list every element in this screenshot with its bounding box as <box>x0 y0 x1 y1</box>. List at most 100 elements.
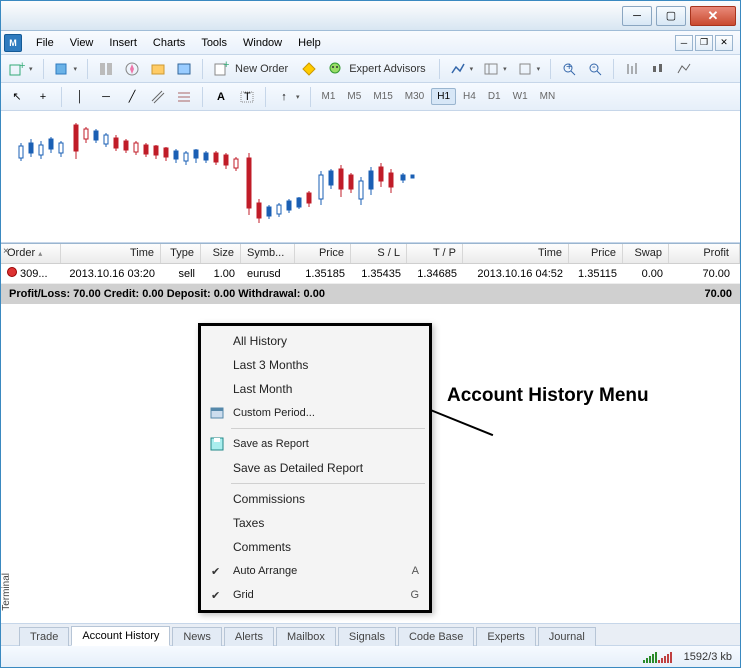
chart-type-line-button[interactable] <box>672 58 696 80</box>
window-maximize-button[interactable]: ▢ <box>656 6 686 26</box>
strategy-tester-button[interactable] <box>172 58 196 80</box>
table-row[interactable]: 309... 2013.10.16 03:20 sell 1.00 eurusd… <box>1 264 740 284</box>
window-minimize-button[interactable]: ─ <box>622 6 652 26</box>
mdi-restore-button[interactable]: ❐ <box>695 35 713 51</box>
calendar-icon <box>209 405 225 421</box>
col-time[interactable]: Time <box>61 244 161 263</box>
menu-insert[interactable]: Insert <box>101 34 145 52</box>
chart-type-candle-button[interactable] <box>646 58 670 80</box>
text-button[interactable]: A <box>209 86 233 108</box>
terminal-button[interactable] <box>146 58 170 80</box>
vertical-line-button[interactable]: │ <box>68 86 92 108</box>
menu-all-history[interactable]: All History <box>203 329 427 353</box>
text-icon: A <box>213 89 229 105</box>
menu-charts[interactable]: Charts <box>145 34 193 52</box>
text-label-button[interactable]: T <box>235 86 259 108</box>
new-order-button[interactable]: + New Order <box>209 58 295 80</box>
mdi-close-button[interactable]: ✕ <box>715 35 733 51</box>
col-price2[interactable]: Price <box>569 244 623 263</box>
timeframe-m15[interactable]: M15 <box>368 89 397 104</box>
col-time2[interactable]: Time <box>463 244 569 263</box>
zoom-in-button[interactable]: + <box>557 58 581 80</box>
timeframe-m30[interactable]: M30 <box>400 89 429 104</box>
menu-tools[interactable]: Tools <box>193 34 235 52</box>
tab-signals[interactable]: Signals <box>338 627 396 646</box>
expert-advisors-button[interactable]: Expert Advisors <box>323 58 432 80</box>
fibonacci-button[interactable] <box>172 86 196 108</box>
periodicity-button[interactable]: ▾ <box>479 58 511 80</box>
terminal-close-button[interactable]: × <box>3 246 13 256</box>
menu-save-report[interactable]: Save as Report <box>203 432 427 456</box>
app-icon: M <box>4 34 22 52</box>
status-bar: 1592/3 kb <box>1 645 740 667</box>
cursor-icon: ↖ <box>9 89 25 105</box>
cell-sl: 1.35435 <box>351 266 407 282</box>
chart-plus-icon: + <box>9 61 25 77</box>
trendline-button[interactable]: ╱ <box>120 86 144 108</box>
timeframe-h1[interactable]: H1 <box>431 88 456 105</box>
tab-trade[interactable]: Trade <box>19 627 69 646</box>
navigator-button[interactable] <box>120 58 144 80</box>
col-tp[interactable]: T / P <box>407 244 463 263</box>
mdi-minimize-button[interactable]: ─ <box>675 35 693 51</box>
menu-commissions[interactable]: Commissions <box>203 487 427 511</box>
menu-last-month[interactable]: Last Month <box>203 377 427 401</box>
menu-custom-period[interactable]: Custom Period... <box>203 401 427 425</box>
tab-news[interactable]: News <box>172 627 222 646</box>
timeframe-h4[interactable]: H4 <box>458 89 481 104</box>
tab-mailbox[interactable]: Mailbox <box>276 627 336 646</box>
tab-journal[interactable]: Journal <box>538 627 596 646</box>
timeframe-mn[interactable]: MN <box>535 89 561 104</box>
col-profit[interactable]: Profit <box>669 244 740 263</box>
svg-text:+: + <box>19 61 25 72</box>
col-price[interactable]: Price <box>295 244 351 263</box>
shortcut-g: G <box>410 589 419 601</box>
cursor-button[interactable]: ↖ <box>5 86 29 108</box>
crosshair-button[interactable]: + <box>31 86 55 108</box>
profiles-button[interactable]: ▾ <box>50 58 82 80</box>
period-icon <box>483 61 499 77</box>
channel-button[interactable] <box>146 86 170 108</box>
timeframe-d1[interactable]: D1 <box>483 89 506 104</box>
menu-bar: M File View Insert Charts Tools Window H… <box>1 31 740 55</box>
channel-icon <box>150 89 166 105</box>
zoom-in-icon: + <box>561 61 577 77</box>
menu-help[interactable]: Help <box>290 34 329 52</box>
timeframe-m5[interactable]: M5 <box>342 89 366 104</box>
menu-file[interactable]: File <box>28 34 62 52</box>
connection-status-icon <box>643 651 672 663</box>
tab-account-history[interactable]: Account History <box>71 626 170 646</box>
timeframe-w1[interactable]: W1 <box>508 89 533 104</box>
indicators-button[interactable]: ▾ <box>446 58 478 80</box>
menu-save-detailed-report[interactable]: Save as Detailed Report <box>203 456 427 480</box>
col-size[interactable]: Size <box>201 244 241 263</box>
col-sl[interactable]: S / L <box>351 244 407 263</box>
tab-code-base[interactable]: Code Base <box>398 627 474 646</box>
window-close-button[interactable]: ✕ <box>690 6 736 26</box>
timeframe-m1[interactable]: M1 <box>317 89 341 104</box>
menu-window[interactable]: Window <box>235 34 290 52</box>
chart-type-bar-button[interactable] <box>620 58 644 80</box>
cell-symbol: eurusd <box>241 266 295 282</box>
metaquotes-button[interactable] <box>297 58 321 80</box>
chart-area[interactable] <box>1 113 740 243</box>
profile-icon <box>54 61 70 77</box>
col-type[interactable]: Type <box>161 244 201 263</box>
zoom-out-button[interactable]: - <box>583 58 607 80</box>
horizontal-line-button[interactable]: ─ <box>94 86 118 108</box>
arrows-button[interactable]: ↑▾ <box>272 86 304 108</box>
menu-view[interactable]: View <box>62 34 102 52</box>
text-label-icon: T <box>239 89 255 105</box>
new-chart-button[interactable]: +▾ <box>5 58 37 80</box>
tab-experts[interactable]: Experts <box>476 627 535 646</box>
menu-grid[interactable]: ✔ Grid G <box>203 583 427 607</box>
menu-comments[interactable]: Comments <box>203 535 427 559</box>
tab-alerts[interactable]: Alerts <box>224 627 274 646</box>
market-watch-button[interactable] <box>94 58 118 80</box>
menu-auto-arrange[interactable]: ✔ Auto Arrange A <box>203 559 427 583</box>
templates-button[interactable]: ▾ <box>513 58 545 80</box>
col-symbol[interactable]: Symb... <box>241 244 295 263</box>
menu-last-3-months[interactable]: Last 3 Months <box>203 353 427 377</box>
menu-taxes[interactable]: Taxes <box>203 511 427 535</box>
col-swap[interactable]: Swap <box>623 244 669 263</box>
